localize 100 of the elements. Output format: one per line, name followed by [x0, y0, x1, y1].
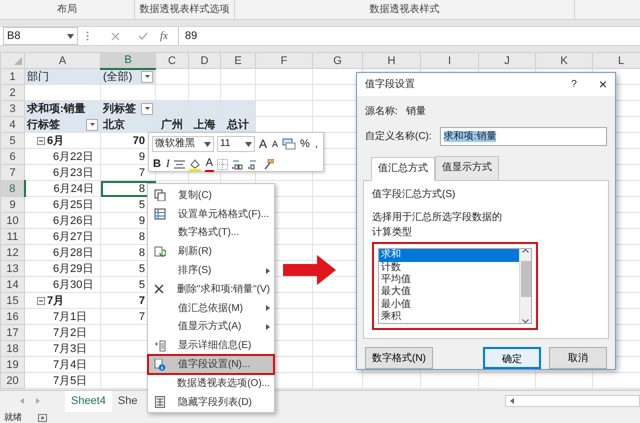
- filter-dropdown-button[interactable]: [86, 118, 98, 130]
- italic-button[interactable]: I: [164, 156, 171, 172]
- row-header[interactable]: 8: [0, 180, 24, 196]
- row-header[interactable]: 6: [0, 148, 24, 164]
- check-icon[interactable]: [138, 32, 148, 40]
- field-list-icon: [154, 396, 166, 408]
- row-header[interactable]: 20: [0, 372, 24, 388]
- scrollbar[interactable]: [519, 249, 531, 324]
- scrollbar-thumb[interactable]: [520, 261, 530, 298]
- align-center-icon[interactable]: [174, 160, 185, 168]
- cell-styles-icon[interactable]: [282, 138, 296, 150]
- increase-decimal-icon[interactable]: [230, 158, 244, 170]
- caret-icon[interactable]: [204, 142, 211, 146]
- row-header[interactable]: 19: [0, 356, 24, 372]
- horizontal-scrollbar[interactable]: [505, 395, 640, 407]
- scroll-down-icon[interactable]: [522, 319, 529, 324]
- column-header[interactable]: L: [592, 52, 640, 68]
- dialog-button[interactable]: 确定: [483, 347, 541, 369]
- list-item[interactable]: 最大值: [379, 286, 519, 299]
- submenu-arrow-icon: [266, 268, 270, 274]
- column-header[interactable]: F: [256, 52, 312, 68]
- column-header[interactable]: G: [312, 52, 362, 68]
- cell-text: 6月23日: [53, 166, 94, 180]
- menu-item[interactable]: 刷新(R): [148, 242, 274, 262]
- row-header[interactable]: 5: [0, 132, 24, 148]
- row-header[interactable]: 3: [0, 100, 24, 116]
- row-header[interactable]: 4: [0, 116, 24, 132]
- caret-icon[interactable]: [67, 34, 74, 38]
- filter-dropdown-button[interactable]: [141, 70, 153, 83]
- column-header[interactable]: I: [420, 52, 478, 68]
- column-header[interactable]: H: [362, 52, 420, 68]
- macro-record-icon[interactable]: [38, 414, 47, 422]
- insert-function-button[interactable]: fx: [160, 28, 168, 44]
- row-header[interactable]: 1: [0, 68, 24, 84]
- row-header[interactable]: 15: [0, 292, 24, 308]
- grow-font-button[interactable]: A: [258, 136, 268, 152]
- menu-item[interactable]: 值显示方式(A): [148, 318, 274, 336]
- row-header[interactable]: 17: [0, 324, 24, 340]
- row-header[interactable]: 2: [0, 84, 24, 100]
- row-header[interactable]: 7: [0, 164, 24, 180]
- menu-item[interactable]: 删除"求和项:销量"(V): [148, 280, 274, 299]
- row-header[interactable]: 11: [0, 228, 24, 244]
- shrink-font-button[interactable]: A: [271, 136, 280, 152]
- column-header[interactable]: K: [536, 52, 592, 68]
- scroll-up-icon[interactable]: [522, 249, 529, 254]
- row-header[interactable]: 18: [0, 340, 24, 356]
- dialog-button[interactable]: 取消: [549, 347, 607, 369]
- column-header[interactable]: A: [24, 52, 100, 68]
- fill-color-icon[interactable]: [188, 158, 202, 170]
- filter-dropdown-button[interactable]: [141, 102, 153, 114]
- list-item[interactable]: 最小值: [379, 298, 519, 312]
- format-painter-icon[interactable]: [262, 158, 274, 170]
- column-header[interactable]: J: [478, 52, 536, 68]
- list-item[interactable]: 平均值: [379, 274, 519, 286]
- font-size-field[interactable]: 11: [217, 136, 255, 152]
- row-header[interactable]: 14: [0, 276, 24, 292]
- row-header[interactable]: 9: [0, 196, 24, 212]
- column-header[interactable]: D: [188, 52, 220, 68]
- font-field[interactable]: 微软雅黑: [152, 136, 214, 152]
- sheet-tab[interactable]: Sheet4: [65, 391, 112, 414]
- menu-item[interactable]: 显示详细信息(E): [148, 336, 274, 356]
- column-header[interactable]: B: [100, 52, 156, 68]
- row-header[interactable]: 10: [0, 212, 24, 228]
- submenu-arrow-icon: [266, 305, 270, 312]
- menu-item[interactable]: 数字格式(T)...: [148, 224, 274, 242]
- menu-item[interactable]: 设置单元格格式(F)...: [148, 204, 274, 224]
- comma-button[interactable]: ,: [314, 136, 319, 152]
- borders-icon[interactable]: [216, 158, 228, 170]
- menu-item[interactable]: 隐藏字段列表(D): [148, 392, 274, 412]
- column-header[interactable]: E: [220, 52, 256, 68]
- name-box[interactable]: B8: [3, 27, 78, 45]
- sheet-tab[interactable]: She: [112, 391, 144, 412]
- menu-item[interactable]: 排序(S): [148, 261, 274, 280]
- caret-icon[interactable]: [245, 142, 252, 146]
- collapse-icon[interactable]: [37, 136, 45, 144]
- list-item[interactable]: 计数: [379, 262, 519, 274]
- list-item[interactable]: 求和: [379, 249, 519, 262]
- tab[interactable]: 值汇总方式: [371, 157, 435, 182]
- menu-item[interactable]: 值汇总依据(M): [148, 298, 274, 318]
- percent-button[interactable]: %: [299, 136, 311, 152]
- formula-input[interactable]: 89: [178, 27, 640, 45]
- name-field[interactable]: 求和项:销量: [440, 127, 607, 146]
- font-color-button[interactable]: A: [204, 156, 214, 172]
- active-cell[interactable]: 8: [100, 180, 156, 196]
- cell-text: 上海: [194, 118, 216, 132]
- column-header[interactable]: C: [156, 52, 188, 68]
- close-button[interactable]: ×: [598, 74, 607, 96]
- row-header[interactable]: 16: [0, 308, 24, 324]
- bold-button[interactable]: B: [152, 156, 162, 172]
- tab[interactable]: 值显示方式: [435, 156, 499, 180]
- collapse-icon[interactable]: [37, 296, 45, 304]
- menu-item[interactable]: 值字段设置(N)...: [148, 355, 274, 374]
- menu-item[interactable]: 数据透视表选项(O)...: [148, 374, 274, 393]
- list-item[interactable]: 乘积: [379, 311, 519, 324]
- row-header[interactable]: 13: [0, 260, 24, 276]
- listbox[interactable]: 求和 计数 平均值 最大值 最小值 乘积: [378, 248, 532, 324]
- scroll-left-icon[interactable]: [510, 398, 514, 404]
- dialog-button[interactable]: 数字格式(N): [365, 347, 433, 369]
- help-button[interactable]: ?: [571, 77, 577, 92]
- row-header[interactable]: 12: [0, 244, 24, 260]
